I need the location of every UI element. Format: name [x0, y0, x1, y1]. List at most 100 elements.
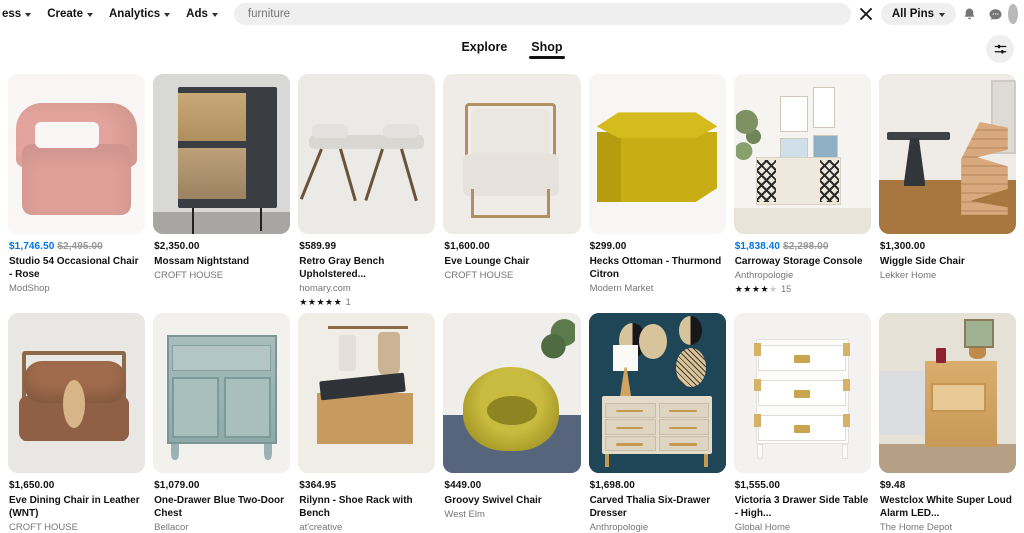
product-merchant: at'creative	[299, 522, 343, 533]
product-results-grid: $1,746.50 $2,495.00 Studio 54 Occasional C…	[0, 70, 1024, 533]
product-card[interactable]: $1,079.00 One-Drawer Blue Two-Door Chest B…	[153, 313, 291, 533]
product-card[interactable]: $299.00 Hecks Ottoman - Thurmond Citron Mo…	[588, 74, 726, 307]
product-card[interactable]: $1,746.50 $2,495.00 Studio 54 Occasional C…	[8, 74, 146, 307]
product-image[interactable]	[8, 74, 146, 234]
price-value: $1,838.40	[734, 241, 781, 252]
product-card[interactable]: $9.48 Westclox White Super Loud Alarm LED…	[878, 313, 1016, 533]
product-title[interactable]: Studio 54 Occasional Chair - Rose	[9, 255, 144, 281]
tab-shop[interactable]: Shop	[529, 40, 565, 59]
product-title[interactable]: Carroway Storage Console	[735, 255, 870, 268]
product-title[interactable]: Westclox White Super Loud Alarm LED...	[880, 494, 1015, 520]
create-menu[interactable]: Create	[39, 5, 101, 23]
ads-menu[interactable]: Ads	[178, 5, 226, 23]
product-image[interactable]	[443, 74, 581, 234]
star-icon: ★	[299, 296, 308, 307]
product-title[interactable]: Mossam Nightstand	[154, 255, 289, 268]
star-rating-icons: ★ ★ ★ ★ ★	[735, 283, 777, 294]
star-icon: ★	[760, 283, 769, 294]
filter-sliders-icon	[994, 44, 1006, 54]
product-image[interactable]	[878, 313, 1016, 473]
star-icon: ★	[316, 296, 325, 307]
price-value: $1,698.00	[589, 480, 635, 491]
price-value: $449.00	[444, 480, 482, 491]
product-price: $1,300.00	[880, 240, 1015, 253]
product-image[interactable]	[8, 313, 146, 473]
nav-item-label: Analytics	[109, 8, 161, 20]
product-title[interactable]: Eve Lounge Chair	[444, 255, 579, 268]
product-meta: $589.99 Retro Gray Bench Upholstered... ho…	[298, 234, 435, 307]
product-image[interactable]	[733, 313, 871, 473]
product-title[interactable]: Groovy Swivel Chair	[444, 494, 579, 507]
messages-button[interactable]	[982, 2, 1008, 26]
search-container	[233, 3, 851, 25]
product-price: $1,838.40 $2,298.00	[735, 240, 870, 253]
product-merchant: Lekker Home	[879, 270, 937, 281]
product-meta: $364.95 Rilynn - Shoe Rack with Bench at'c…	[298, 473, 435, 533]
price-value: $1,300.00	[879, 241, 926, 252]
explore-shop-tabbar: Explore Shop	[0, 28, 1024, 70]
product-card[interactable]: $364.95 Rilynn - Shoe Rack with Bench at'c…	[298, 313, 436, 533]
star-rating-icons: ★ ★ ★ ★ ★	[299, 296, 341, 307]
product-price: $1,650.00	[9, 479, 144, 492]
star-icon: ★	[751, 283, 760, 294]
product-card[interactable]: $1,555.00 Victoria 3 Drawer Side Table - …	[733, 313, 871, 533]
product-price: $299.00	[590, 240, 725, 253]
product-card[interactable]: $2,350.00 Mossam Nightstand CROFT HOUSE	[153, 74, 291, 307]
nav-item-label: ess	[2, 8, 22, 20]
product-price: $1,698.00	[590, 479, 725, 492]
product-image[interactable]	[298, 74, 436, 234]
product-price: $1,746.50 $2,495.00	[9, 240, 144, 253]
chevron-down-icon	[939, 12, 945, 17]
product-merchant: West Elm	[444, 509, 485, 520]
product-card[interactable]: $1,698.00 Carved Thalia Six-Drawer Dresse…	[588, 313, 726, 533]
product-meta: $9.48 Westclox White Super Loud Alarm LED…	[879, 473, 1016, 533]
product-price: $1,555.00	[735, 479, 870, 492]
price-value: $299.00	[589, 241, 627, 252]
product-image[interactable]	[588, 74, 726, 234]
product-title[interactable]: Carved Thalia Six-Drawer Dresser	[590, 494, 725, 520]
product-card[interactable]: $1,838.40 $2,298.00 Carroway Storage Conso…	[733, 74, 871, 307]
product-image[interactable]	[733, 74, 871, 234]
filter-button[interactable]	[986, 35, 1014, 63]
top-navigation-bar: ess Create Analytics Ads All Pins	[0, 0, 1024, 28]
product-card[interactable]: $449.00 Groovy Swivel Chair West Elm	[443, 313, 581, 533]
product-merchant: The Home Depot	[879, 522, 953, 533]
product-card[interactable]: $1,300.00 Wiggle Side Chair Lekker Home	[878, 74, 1016, 307]
chat-bubble-icon	[989, 8, 1001, 20]
product-title[interactable]: Retro Gray Bench Upholstered...	[299, 255, 434, 281]
product-title[interactable]: Rilynn - Shoe Rack with Bench	[299, 494, 434, 520]
all-pins-dropdown[interactable]: All Pins	[880, 3, 956, 25]
business-menu[interactable]: ess	[0, 5, 39, 23]
product-price: $2,350.00	[154, 240, 289, 253]
notifications-button[interactable]	[956, 2, 982, 26]
tab-explore[interactable]: Explore	[461, 40, 507, 59]
avatar[interactable]	[1008, 2, 1018, 26]
nav-item-label: Create	[47, 8, 83, 20]
product-card[interactable]: $1,600.00 Eve Lounge Chair CROFT HOUSE	[443, 74, 581, 307]
search-input[interactable]	[233, 3, 851, 25]
product-image[interactable]	[588, 313, 726, 473]
price-value: $9.48	[879, 480, 906, 491]
chevron-down-icon	[211, 12, 218, 17]
product-title[interactable]: Eve Dining Chair in Leather (WNT)	[9, 494, 144, 520]
product-meta: $299.00 Hecks Ottoman - Thurmond Citron Mo…	[589, 234, 726, 295]
product-image[interactable]	[153, 74, 291, 234]
product-image[interactable]	[298, 313, 436, 473]
product-image[interactable]	[878, 74, 1016, 234]
price-value: $589.99	[299, 241, 337, 252]
product-title[interactable]: Victoria 3 Drawer Side Table - High...	[735, 494, 870, 520]
star-icon: ★	[325, 296, 334, 307]
close-icon	[859, 8, 872, 20]
product-card[interactable]: $1,650.00 Eve Dining Chair in Leather (WN…	[8, 313, 146, 533]
clear-search-button[interactable]	[855, 3, 877, 25]
product-image[interactable]	[443, 313, 581, 473]
product-image[interactable]	[153, 313, 291, 473]
chevron-down-icon	[164, 12, 171, 17]
product-title[interactable]: Wiggle Side Chair	[880, 255, 1015, 268]
product-title[interactable]: One-Drawer Blue Two-Door Chest	[154, 494, 289, 520]
product-card[interactable]: $589.99 Retro Gray Bench Upholstered... ho…	[298, 74, 436, 307]
product-title[interactable]: Hecks Ottoman - Thurmond Citron	[590, 255, 725, 281]
all-pins-label: All Pins	[891, 8, 934, 20]
analytics-menu[interactable]: Analytics	[101, 5, 178, 23]
product-merchant: Global Home	[734, 522, 791, 533]
